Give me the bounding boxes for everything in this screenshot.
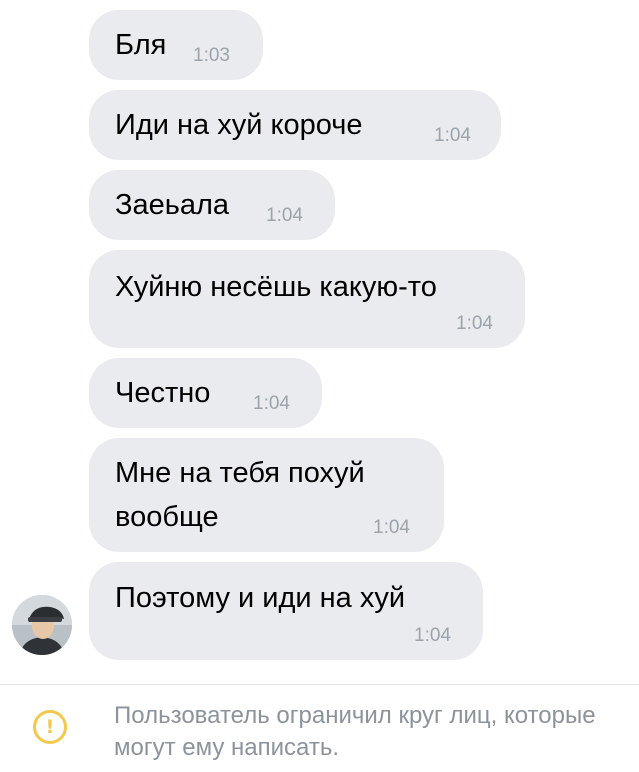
message-bubble[interactable]: Иди на хуй короче 1:04 (89, 90, 501, 160)
message-text: Иди на хуй короче (115, 109, 363, 141)
message-bubble[interactable]: Хуйню несёшь какую-то 1:04 (89, 250, 525, 348)
message-bubble[interactable]: Бля 1:03 (89, 10, 263, 80)
avatar-photo (12, 595, 72, 655)
message-text-line-2: вообще (115, 501, 219, 533)
message-time: 1:03 (193, 45, 230, 66)
message-time: 1:04 (434, 125, 471, 146)
warning-circle-icon: ! (33, 710, 67, 744)
message-bubble[interactable]: Мне на тебя похуй вообще 1:04 (89, 438, 444, 552)
message-bubble[interactable]: Честно 1:04 (89, 358, 322, 428)
message-text: Бля (115, 29, 167, 61)
message-text: Хуйню несёшь какую-то (115, 271, 437, 303)
message-text: Честно (115, 377, 211, 409)
avatar[interactable] (12, 595, 72, 655)
message-time: 1:04 (266, 205, 303, 226)
message-bubble[interactable]: Поэтому и иди на хуй 1:04 (89, 562, 483, 660)
message-time: 1:04 (456, 313, 493, 334)
message-time: 1:04 (253, 393, 290, 414)
message-time: 1:04 (373, 517, 410, 538)
divider (0, 684, 639, 685)
message-text-line-1: Мне на тебя похуй (115, 457, 365, 489)
message-text: Поэтому и иди на хуй (115, 582, 406, 614)
message-text: Заеьала (115, 189, 230, 221)
message-bubble[interactable]: Заеьала 1:04 (89, 170, 335, 240)
restriction-notice: Пользователь ограничил круг лиц, которые… (114, 702, 596, 761)
message-time: 1:04 (414, 625, 451, 646)
